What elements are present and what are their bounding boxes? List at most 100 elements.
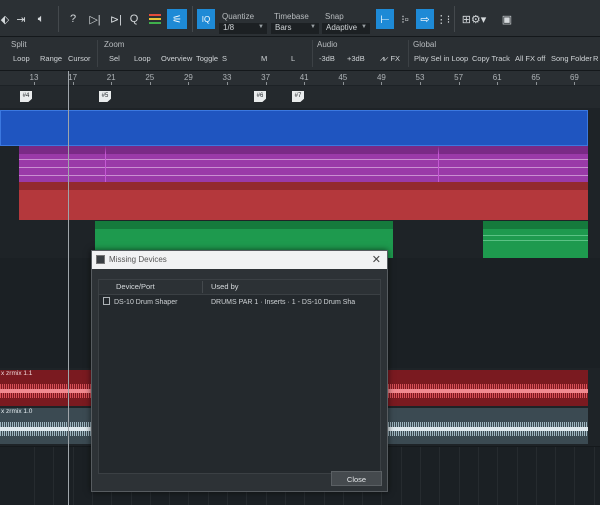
playhead-cursor[interactable] bbox=[68, 71, 69, 505]
macro-settings-icon[interactable]: ⊞⚙▾ bbox=[460, 9, 488, 29]
plus-3db-button[interactable]: +3dB bbox=[344, 52, 368, 66]
toolbar-divider bbox=[58, 6, 59, 32]
audio-clip[interactable] bbox=[0, 110, 588, 146]
timebase-label: Timebase bbox=[274, 12, 309, 21]
ruler-tick bbox=[420, 82, 421, 85]
fx-button[interactable]: ⩘⩗ FX bbox=[372, 52, 408, 66]
ruler-bar-number: 37 bbox=[261, 73, 271, 82]
ruler-tick bbox=[497, 82, 499, 85]
split-loop-button[interactable]: Loop bbox=[10, 52, 33, 66]
voc-clip[interactable]: VOC bbox=[483, 221, 588, 258]
help-button[interactable]: ? bbox=[66, 9, 80, 29]
dialog-titlebar[interactable]: Missing Devices ✕ bbox=[92, 251, 387, 269]
midi-note-line bbox=[19, 167, 105, 168]
console-view-icon[interactable]: ▣ bbox=[500, 9, 514, 29]
zoom-loop-button[interactable]: Loop bbox=[131, 52, 154, 66]
midi-note-line bbox=[106, 159, 438, 160]
song-marker[interactable]: #6 bbox=[254, 91, 266, 102]
column-header-device[interactable]: Device/Port bbox=[116, 281, 155, 293]
midi-note-line bbox=[439, 167, 588, 168]
snap-cursor-icon[interactable]: ⋮⁝ bbox=[436, 9, 451, 29]
song-folder-button[interactable]: Song Folder bbox=[548, 52, 595, 66]
snap-events-icon[interactable]: ⇨ bbox=[416, 9, 434, 29]
table-row[interactable]: DS-10 Drum Shaper DRUMS PAR 1 · Inserts … bbox=[99, 296, 380, 309]
copy-track-button[interactable]: Copy Track bbox=[469, 52, 513, 66]
zoom-group-label: Zoom bbox=[104, 40, 125, 49]
snap-toggle-icon[interactable]: ⊢ bbox=[376, 9, 394, 29]
play-sel-in-loop-button[interactable]: Play Sel in Loop bbox=[411, 52, 471, 66]
color-bars-icon[interactable] bbox=[148, 9, 162, 29]
missing-devices-table: Device/Port Used by DS-10 Drum Shaper DR… bbox=[98, 279, 381, 474]
snap-label: Snap bbox=[325, 12, 344, 21]
minus-3db-button[interactable]: -3dB bbox=[316, 52, 338, 66]
ruler-bar-number: 53 bbox=[415, 73, 425, 82]
gtrs-clip[interactable]: GTRS bbox=[19, 182, 588, 220]
ruler-bar-number: 69 bbox=[569, 73, 579, 82]
split-tool-icon[interactable]: ⇥ bbox=[14, 9, 28, 29]
midi-note-line bbox=[19, 159, 105, 160]
zoom-l-button[interactable]: L bbox=[288, 52, 298, 66]
snap-grid-icon[interactable]: ⁝▫ bbox=[397, 9, 413, 29]
all-fx-off-button[interactable]: All FX off bbox=[512, 52, 548, 66]
split-range-button[interactable]: Range bbox=[37, 52, 65, 66]
song-marker[interactable]: #5 bbox=[99, 91, 111, 102]
macro-bar: Split Loop Range Cursor Zoom Sel Loop Ov… bbox=[0, 37, 600, 71]
ruler-tick bbox=[265, 82, 267, 85]
midi-note-line bbox=[106, 175, 438, 176]
zoom-sel-button[interactable]: Sel bbox=[106, 52, 123, 66]
ruler-bar-number: 33 bbox=[222, 73, 232, 82]
ruler-tick bbox=[535, 82, 537, 85]
ruler-tick bbox=[304, 82, 306, 85]
r-button[interactable]: R bbox=[590, 52, 600, 66]
snap-select[interactable]: Adaptive ▼ bbox=[322, 23, 370, 34]
ruler-bar-number: 25 bbox=[145, 73, 155, 82]
clip-name: BASS bbox=[108, 146, 126, 153]
toolbar-divider bbox=[192, 6, 193, 32]
play-marker-icon[interactable]: ▷| bbox=[88, 9, 102, 29]
zoom-toggle-button[interactable]: Toggle bbox=[193, 52, 221, 66]
edit-tool-icon[interactable]: ⚟ bbox=[167, 9, 187, 29]
ruler-bar-number: 57 bbox=[454, 73, 464, 82]
ruler-tick bbox=[149, 82, 151, 85]
zoom-m-button[interactable]: M bbox=[258, 52, 270, 66]
marker-track[interactable]: #4 #5 #6 #7 bbox=[0, 86, 600, 108]
song-marker[interactable]: #7 bbox=[292, 91, 304, 102]
timebase-value: Bars bbox=[275, 23, 292, 32]
loop-marker-icon[interactable]: ⊳| bbox=[108, 9, 124, 29]
clip-name: BASS bbox=[441, 146, 459, 153]
zoom-overview-button[interactable]: Overview bbox=[158, 52, 195, 66]
ruler-bar-number: 13 bbox=[29, 73, 39, 82]
ruler-tick bbox=[458, 82, 460, 85]
speaker-icon[interactable]: 🔈︎ bbox=[34, 9, 48, 29]
zoom-s-button[interactable]: S bbox=[219, 52, 230, 66]
midi-note-line bbox=[483, 235, 588, 236]
timebase-select[interactable]: Bars ▼ bbox=[271, 23, 319, 34]
bass-clip[interactable]: BASS bbox=[105, 146, 438, 182]
ruler-tick bbox=[34, 82, 35, 85]
clip-name: GTRS bbox=[21, 182, 40, 189]
ruler-tick bbox=[574, 82, 576, 85]
toolbar-divider bbox=[454, 6, 455, 32]
split-cursor-button[interactable]: Cursor bbox=[65, 52, 94, 66]
chevron-down-icon: ▼ bbox=[310, 24, 316, 30]
midi-note-line bbox=[106, 167, 438, 168]
waveform-icon: ⩘⩗ bbox=[379, 54, 391, 63]
ruler-bar-number: 49 bbox=[376, 73, 386, 82]
tool-left-icon[interactable]: ⬖ bbox=[0, 9, 10, 29]
iq-button[interactable]: IQ bbox=[197, 9, 215, 29]
close-button[interactable]: Close bbox=[331, 471, 382, 486]
group-divider bbox=[312, 40, 313, 67]
midi-note-line bbox=[439, 175, 588, 176]
column-divider bbox=[202, 281, 203, 293]
timeline-ruler[interactable]: 13 17 21 25 29 33 37 41 45 49 53 57 61 65 69 bbox=[0, 71, 600, 85]
snap-value: Adaptive bbox=[326, 23, 358, 32]
quantize-select[interactable]: 1/8 ▼ bbox=[219, 23, 267, 34]
column-header-used-by[interactable]: Used by bbox=[211, 281, 239, 293]
close-icon[interactable]: ✕ bbox=[372, 253, 381, 266]
q-button[interactable]: Q bbox=[128, 9, 140, 29]
used-by-value: DRUMS PAR 1 · Inserts · 1 - DS-10 Drum S… bbox=[211, 299, 356, 306]
ruler-tick bbox=[227, 82, 228, 85]
bass-clip[interactable]: BASS bbox=[19, 146, 105, 182]
bass-clip[interactable]: BASS bbox=[438, 146, 588, 182]
song-marker[interactable]: #4 bbox=[20, 91, 32, 102]
